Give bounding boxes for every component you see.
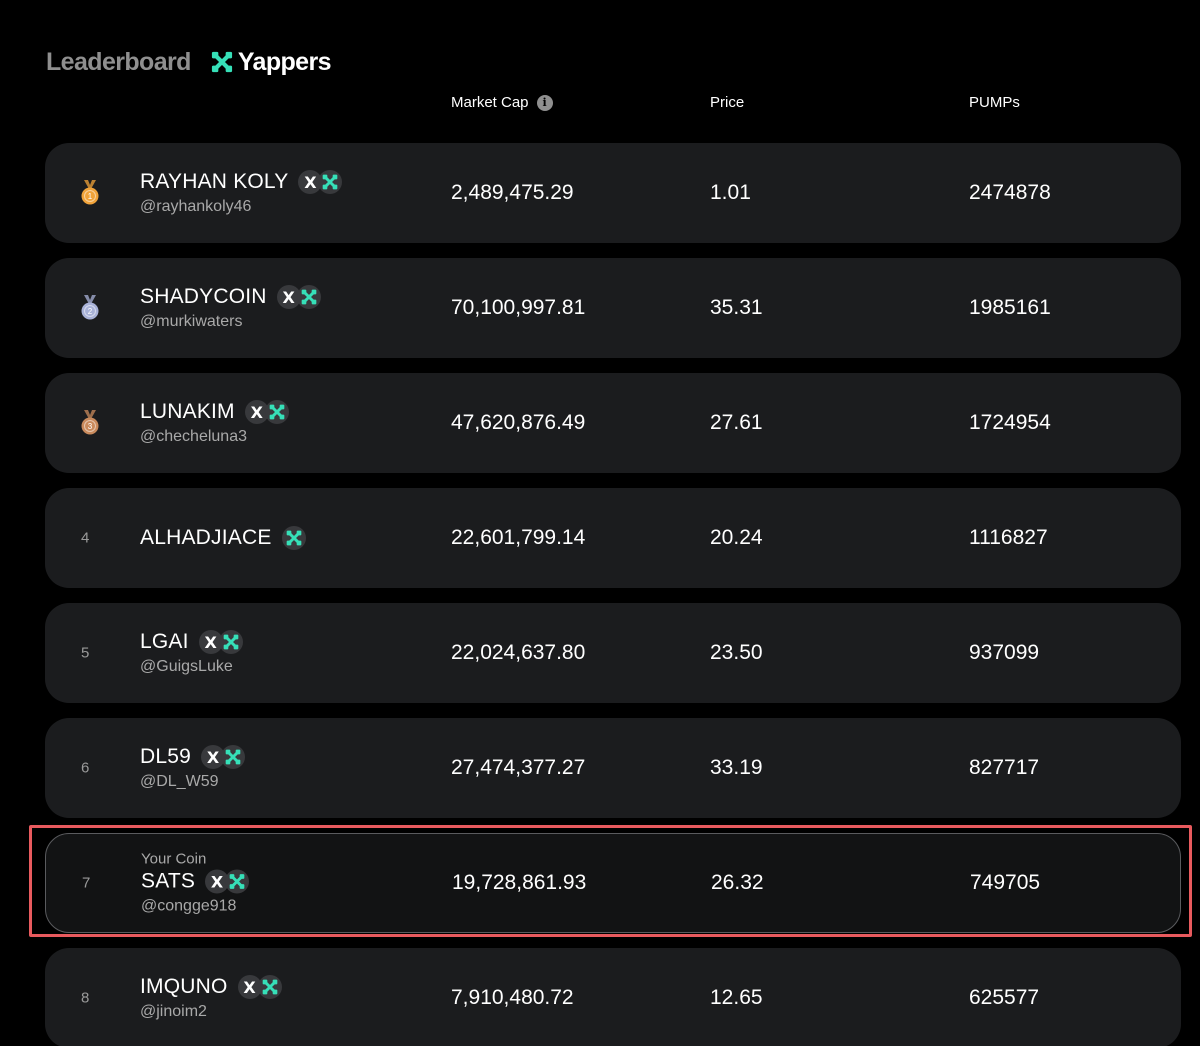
social-badges: X: [244, 400, 289, 424]
silver-medal-icon: 2: [80, 295, 100, 321]
leaderboard-row[interactable]: 1 RAYHAN KOLY X @rayhankoly46 2,489,475.29 1.…: [45, 143, 1181, 243]
price-value: 1.01: [710, 181, 751, 204]
your-coin-label: Your Coin: [141, 850, 207, 868]
market-cap-value: 19,728,861.93: [452, 871, 587, 894]
yappers-icon[interactable]: [296, 285, 321, 309]
social-badges: X: [198, 630, 243, 654]
coin-identity: RAYHAN KOLY X @rayhankoly46: [140, 170, 343, 216]
coin-name[interactable]: LUNAKIM: [140, 400, 235, 424]
pumps-value: 1985161: [969, 296, 1051, 319]
pumps-value: 2474878: [969, 181, 1051, 204]
social-badges: X: [298, 170, 343, 194]
market-cap-value: 70,100,997.81: [451, 296, 586, 319]
rank-number: 7: [82, 874, 91, 892]
market-cap-value: 2,489,475.29: [451, 181, 574, 204]
svg-text:3: 3: [88, 422, 93, 431]
info-icon[interactable]: i: [536, 94, 553, 111]
market-cap-label: Market Cap: [451, 94, 529, 111]
user-handle[interactable]: @congge918: [141, 898, 249, 916]
yappers-logo-icon: [211, 51, 232, 73]
yappers-icon[interactable]: [218, 630, 243, 654]
pumps-value: 625577: [969, 986, 1040, 1009]
price-value: 20.24: [710, 526, 763, 549]
tab-leaderboard[interactable]: Leaderboard: [46, 48, 191, 77]
coin-identity: DL59 X @DL_W59: [140, 745, 246, 791]
price-label: Price: [710, 94, 745, 111]
price-value: 26.32: [711, 871, 764, 894]
leaderboard-row[interactable]: 7 Your Coin SATS X @congge918 19,728,861.93 26…: [45, 833, 1181, 933]
yappers-icon[interactable]: [318, 170, 343, 194]
leaderboard-row[interactable]: 6 DL59 X @DL_W59 27,474,377.27 33.19 827717: [45, 718, 1181, 818]
price-value: 12.65: [710, 986, 763, 1009]
social-badges: X: [276, 285, 321, 309]
coin-name[interactable]: IMQUNO: [140, 975, 228, 999]
pumps-label: PUMPs: [969, 94, 1020, 111]
coin-identity: LUNAKIM X @checheluna3: [140, 400, 289, 446]
coin-name[interactable]: LGAI: [140, 630, 189, 654]
leaderboard-row[interactable]: 5 LGAI X @GuigsLuke 22,024,637.80 23.50 937099: [45, 603, 1181, 703]
user-handle[interactable]: @jinoim2: [140, 1003, 282, 1021]
column-header-pumps[interactable]: PUMPs: [969, 94, 1020, 111]
rank-number: 6: [81, 759, 90, 777]
price-value: 33.19: [710, 756, 763, 779]
leaderboard-row[interactable]: 3 LUNAKIM X @checheluna3 47,620,876.49 27.61 1…: [45, 373, 1181, 473]
coin-identity: ALHADJIACE: [140, 526, 306, 550]
social-badges: [281, 526, 306, 550]
leaderboard-row[interactable]: 8 IMQUNO X @jinoim2 7,910,480.72 12.65 625577: [45, 948, 1181, 1046]
leaderboard-row[interactable]: 2 SHADYCOIN X @murkiwaters 70,100,997.81 35.3…: [45, 258, 1181, 358]
coin-identity: Your Coin SATS X @congge918: [141, 850, 250, 916]
column-headers: Market Cap i Price PUMPs: [0, 94, 1200, 114]
coin-name[interactable]: DL59: [140, 745, 191, 769]
leaderboard-list: 1 RAYHAN KOLY X @rayhankoly46 2,489,475.29 1.…: [45, 143, 1181, 1046]
coin-name[interactable]: RAYHAN KOLY: [140, 170, 288, 194]
tab-yappers-label: Yappers: [237, 47, 332, 76]
user-handle[interactable]: @checheluna3: [140, 428, 289, 446]
bronze-medal-icon: 3: [80, 410, 100, 436]
user-handle[interactable]: @murkiwaters: [140, 313, 321, 331]
market-cap-value: 22,024,637.80: [451, 641, 586, 664]
user-handle[interactable]: @DL_W59: [140, 773, 245, 791]
social-badges: X: [205, 869, 250, 894]
yappers-icon[interactable]: [264, 400, 289, 424]
social-badges: X: [201, 745, 246, 769]
leaderboard-page: Leaderboard Yappers Market Cap i Price P…: [0, 0, 1200, 1046]
market-cap-value: 47,620,876.49: [451, 411, 586, 434]
market-cap-value: 7,910,480.72: [451, 986, 574, 1009]
coin-identity: LGAI X @GuigsLuke: [140, 630, 243, 676]
header-tabs: Leaderboard Yappers: [46, 44, 332, 80]
yappers-icon[interactable]: [225, 869, 250, 894]
user-handle[interactable]: @rayhankoly46: [140, 198, 342, 216]
rank-number: 8: [81, 989, 90, 1007]
pumps-value: 827717: [969, 756, 1040, 779]
coin-name[interactable]: ALHADJIACE: [140, 526, 272, 550]
leaderboard-row[interactable]: 4 ALHADJIACE 22,601,799.14 20.24 1116827: [45, 488, 1181, 588]
pumps-value: 749705: [970, 871, 1041, 894]
rank-number: 4: [81, 529, 90, 547]
pumps-value: 1116827: [969, 526, 1048, 549]
gold-medal-icon: 1: [80, 180, 100, 206]
price-value: 35.31: [710, 296, 763, 319]
pumps-value: 937099: [969, 641, 1040, 664]
coin-identity: IMQUNO X @jinoim2: [140, 975, 282, 1021]
coin-identity: SHADYCOIN X @murkiwaters: [140, 285, 321, 331]
coin-name[interactable]: SATS: [141, 870, 195, 894]
column-header-price[interactable]: Price: [710, 94, 744, 111]
column-header-market-cap[interactable]: Market Cap i: [451, 94, 553, 111]
user-handle[interactable]: @GuigsLuke: [140, 658, 243, 676]
rank-number: 5: [81, 644, 90, 662]
pumps-value: 1724954: [969, 411, 1051, 434]
svg-text:1: 1: [88, 192, 93, 201]
coin-name[interactable]: SHADYCOIN: [140, 285, 267, 309]
market-cap-value: 22,601,799.14: [451, 526, 586, 549]
svg-text:2: 2: [88, 307, 93, 316]
yappers-icon[interactable]: [281, 526, 306, 550]
tab-yappers[interactable]: Yappers: [211, 47, 332, 77]
price-value: 27.61: [710, 411, 763, 434]
price-value: 23.50: [710, 641, 763, 664]
social-badges: X: [237, 975, 282, 999]
yappers-icon[interactable]: [221, 745, 246, 769]
yappers-icon[interactable]: [257, 975, 282, 999]
market-cap-value: 27,474,377.27: [451, 756, 586, 779]
